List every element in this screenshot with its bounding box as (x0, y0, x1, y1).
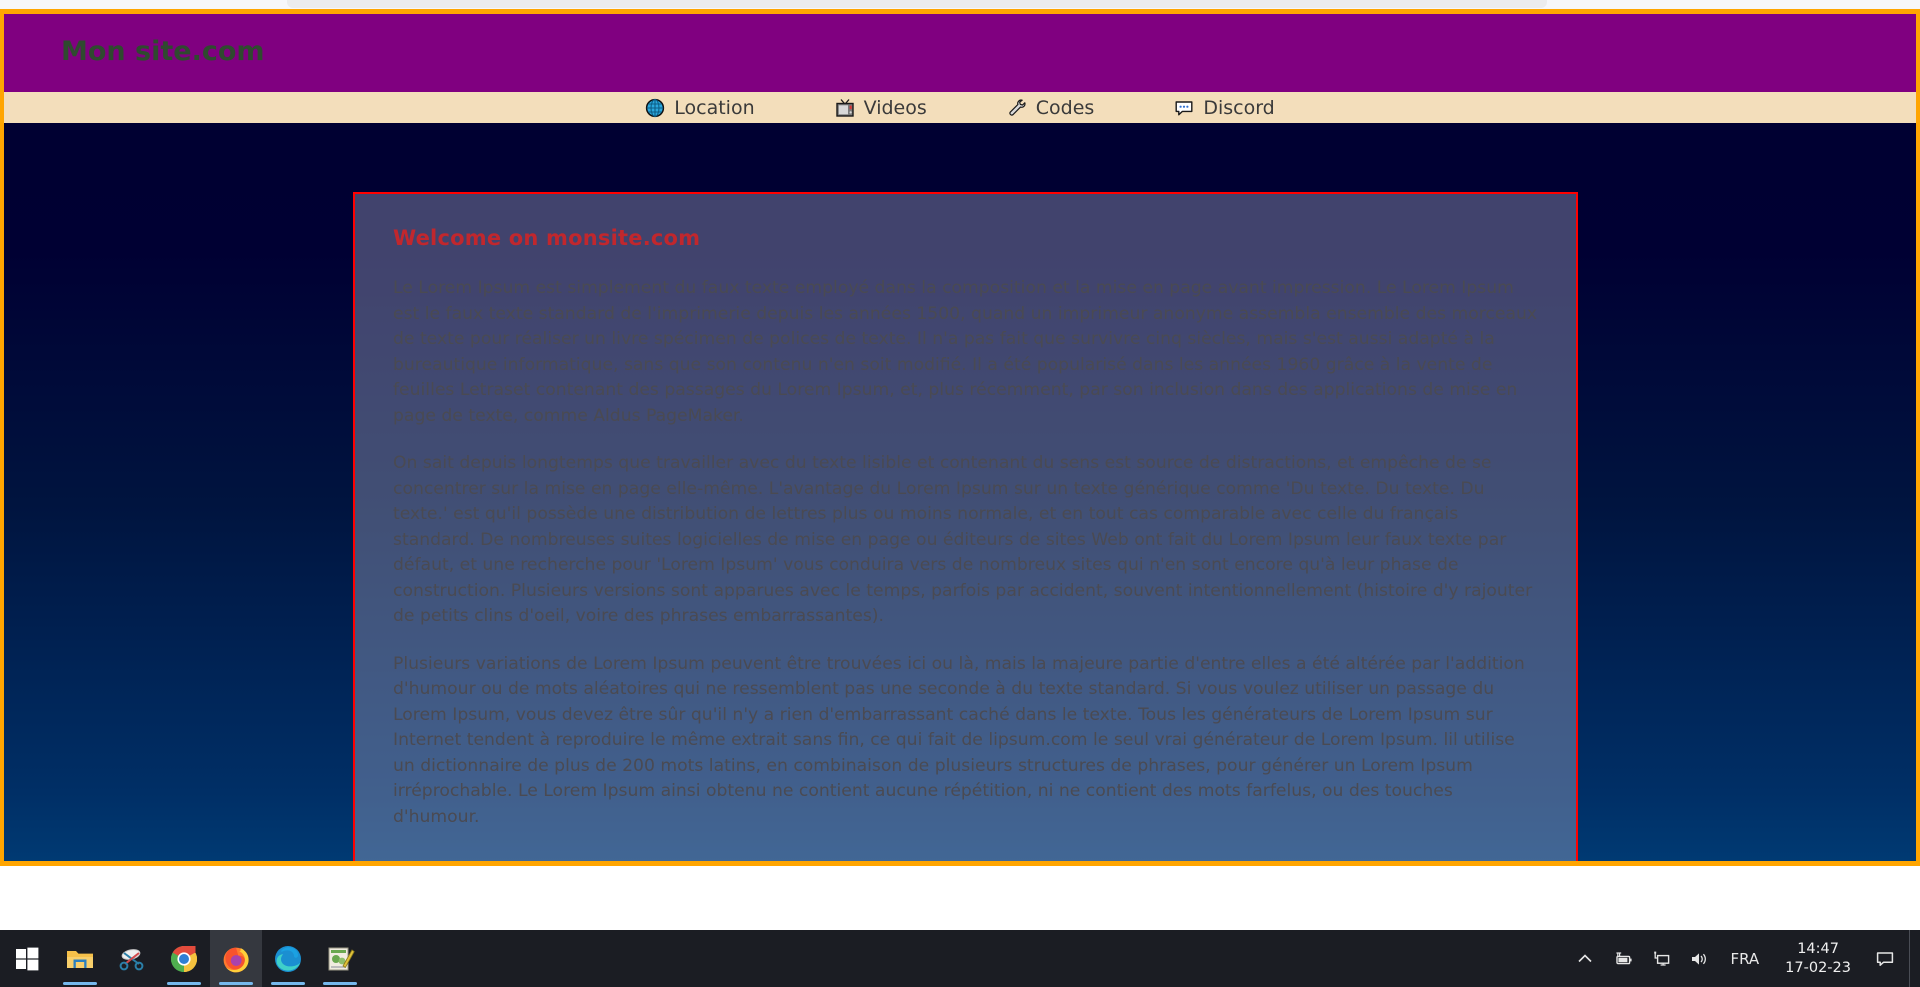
language-indicator[interactable]: FRA (1718, 950, 1771, 968)
site-title: Mon site.com (61, 36, 265, 67)
nav-label-videos: Videos (863, 96, 927, 119)
page-title: Welcome on monsite.com (393, 226, 701, 250)
start-button[interactable] (0, 930, 54, 987)
content-paragraph: On sait depuis longtemps que travailler … (393, 453, 1533, 626)
running-indicator (219, 982, 253, 985)
network-icon (1651, 949, 1671, 969)
wrench-icon (1007, 98, 1027, 118)
clock-date: 17-02-23 (1785, 959, 1851, 976)
browser-chrome-strip (0, 0, 1920, 9)
running-indicator (323, 982, 357, 985)
edge-button[interactable] (262, 930, 314, 987)
network-status-button[interactable] (1642, 930, 1680, 987)
tray-overflow-button[interactable] (1566, 930, 1604, 987)
volume-button[interactable] (1680, 930, 1718, 987)
system-tray: FRA 14:47 17-02-23 (1566, 930, 1920, 987)
content-card: Welcome on monsite.com Le Lorem Ipsum es… (353, 192, 1578, 861)
chevron-up-icon (1575, 949, 1595, 969)
content-paragraph: Le Lorem Ipsum est simplement du faux te… (393, 278, 1538, 426)
running-indicator (63, 982, 97, 985)
battery-charging-icon (1613, 949, 1633, 969)
nav-item-codes[interactable]: Codes (1007, 96, 1095, 119)
file-explorer-button[interactable] (54, 930, 106, 987)
nav-item-videos[interactable]: Videos (835, 97, 927, 119)
web-page: Mon site.com Location Videos Codes Disco… (0, 9, 1920, 866)
site-navigation: Location Videos Codes Discord (4, 92, 1916, 123)
nav-item-location[interactable]: Location (645, 96, 755, 119)
notepadpp-button[interactable] (314, 930, 366, 987)
chrome-button[interactable] (158, 930, 210, 987)
taskbar-empty-area[interactable] (366, 930, 1566, 987)
nav-label-discord: Discord (1203, 96, 1275, 119)
taskbar-buttons (0, 930, 366, 987)
clock-time: 14:47 (1797, 940, 1839, 957)
notification-bubble-icon (1875, 949, 1895, 969)
globe-icon (645, 98, 665, 118)
notepadpp-icon (325, 944, 355, 974)
volume-icon (1689, 949, 1709, 969)
show-desktop-button[interactable] (1909, 930, 1916, 987)
content-paragraph: Plusieurs variations de Lorem Ipsum peuv… (393, 653, 1525, 827)
running-indicator (167, 982, 201, 985)
nav-item-discord[interactable]: Discord (1174, 96, 1275, 119)
windows-taskbar: FRA 14:47 17-02-23 (0, 930, 1920, 987)
running-indicator (271, 982, 305, 985)
chat-bubble-icon (1174, 98, 1194, 118)
browser-window: Mon site.com Location Videos Codes Disco… (0, 0, 1920, 930)
folder-icon (65, 944, 95, 974)
scissors-icon (117, 944, 147, 974)
notification-center-button[interactable] (1865, 949, 1909, 969)
chrome-icon (169, 944, 199, 974)
firefox-button[interactable] (210, 930, 262, 987)
television-icon (835, 98, 855, 118)
nav-label-codes: Codes (1035, 96, 1095, 119)
clock[interactable]: 14:47 17-02-23 (1771, 940, 1865, 978)
nav-label-location: Location (674, 96, 755, 119)
firefox-icon (221, 944, 251, 974)
windows-logo-icon (12, 944, 42, 974)
edge-icon (273, 944, 303, 974)
site-header: Mon site.com (4, 14, 1916, 92)
snipping-tool-button[interactable] (106, 930, 158, 987)
battery-status-button[interactable] (1604, 930, 1642, 987)
browser-tab[interactable] (287, 0, 1547, 8)
